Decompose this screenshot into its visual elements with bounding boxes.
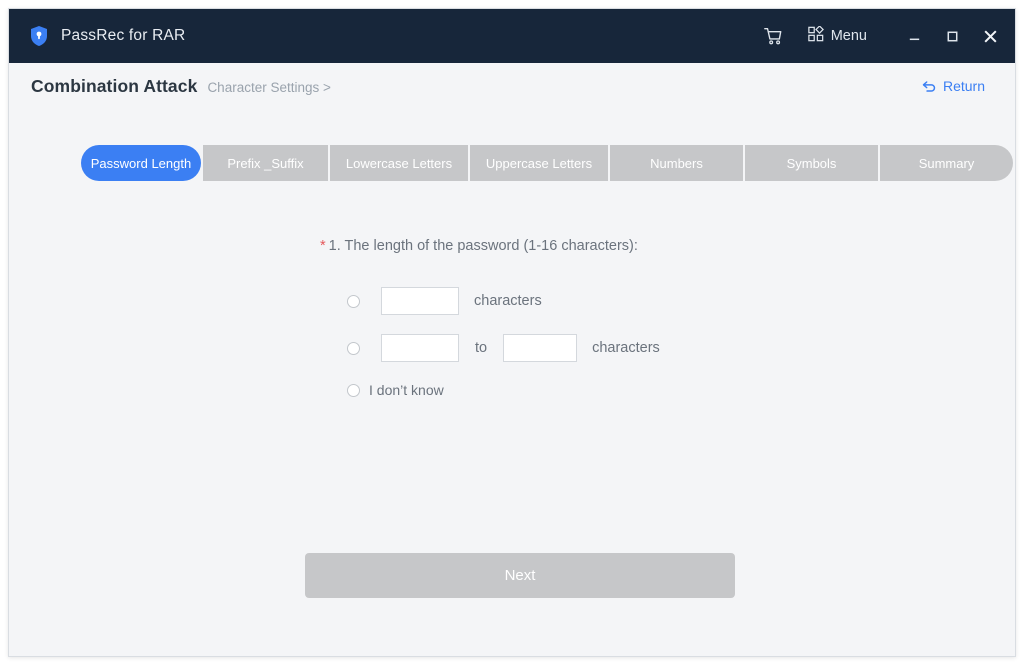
exact-length-row: characters xyxy=(347,284,660,318)
tab-numbers[interactable]: Numbers xyxy=(610,145,743,181)
range-length-row: to characters xyxy=(347,331,660,365)
tab-password-length[interactable]: Password Length xyxy=(81,145,201,181)
unknown-length-label: I don’t know xyxy=(369,382,444,398)
radio-range-length[interactable] xyxy=(347,341,360,355)
undo-arrow-icon xyxy=(922,79,937,94)
question-label: * 1. The length of the password (1-16 cha… xyxy=(320,238,638,254)
app-title: PassRec for RAR xyxy=(61,27,186,44)
range-length-unit: characters xyxy=(592,340,660,356)
grid-menu-icon xyxy=(807,24,824,47)
tab-summary[interactable]: Summary xyxy=(880,145,1013,181)
titlebar-controls: Menu xyxy=(756,9,1015,63)
range-min-input[interactable] xyxy=(381,334,459,362)
tab-symbols[interactable]: Symbols xyxy=(745,145,878,181)
menu-button[interactable]: Menu xyxy=(802,19,873,53)
length-options: characters to characters I don’t know xyxy=(347,284,660,402)
return-button[interactable]: Return xyxy=(922,78,985,94)
tab-uppercase-letters[interactable]: Uppercase Letters xyxy=(470,145,608,181)
return-label: Return xyxy=(942,78,985,94)
app-brand: PassRec for RAR xyxy=(29,25,185,47)
page-header: Combination Attack Character Settings > … xyxy=(9,63,1015,109)
next-button[interactable]: Next xyxy=(305,553,735,598)
cart-icon[interactable] xyxy=(756,19,790,53)
radio-unknown-length[interactable] xyxy=(347,383,360,397)
settings-tabs: Password Length Prefix _Suffix Lowercase L… xyxy=(81,145,1013,181)
exact-length-unit: characters xyxy=(474,293,542,309)
minimize-icon[interactable] xyxy=(895,9,933,63)
radio-exact-length[interactable] xyxy=(347,294,360,308)
unknown-length-row: I don’t know xyxy=(347,378,660,402)
tab-prefix-suffix[interactable]: Prefix _Suffix xyxy=(203,145,328,181)
required-marker: * xyxy=(320,238,326,254)
question-text: 1. The length of the password (1-16 char… xyxy=(328,238,638,254)
menu-label: Menu xyxy=(830,28,867,44)
close-icon[interactable] xyxy=(971,9,1009,63)
page-title: Combination Attack xyxy=(31,75,198,96)
maximize-icon[interactable] xyxy=(933,9,971,63)
shield-icon xyxy=(29,25,49,47)
tab-lowercase-letters[interactable]: Lowercase Letters xyxy=(330,145,468,181)
title-bar: PassRec for RAR Menu xyxy=(9,9,1015,63)
range-joiner-label: to xyxy=(475,340,488,356)
breadcrumb: Character Settings > xyxy=(207,80,331,95)
exact-length-input[interactable] xyxy=(381,287,459,315)
range-max-input[interactable] xyxy=(503,334,578,362)
app-window: PassRec for RAR Menu Combination Attack … xyxy=(8,8,1016,657)
